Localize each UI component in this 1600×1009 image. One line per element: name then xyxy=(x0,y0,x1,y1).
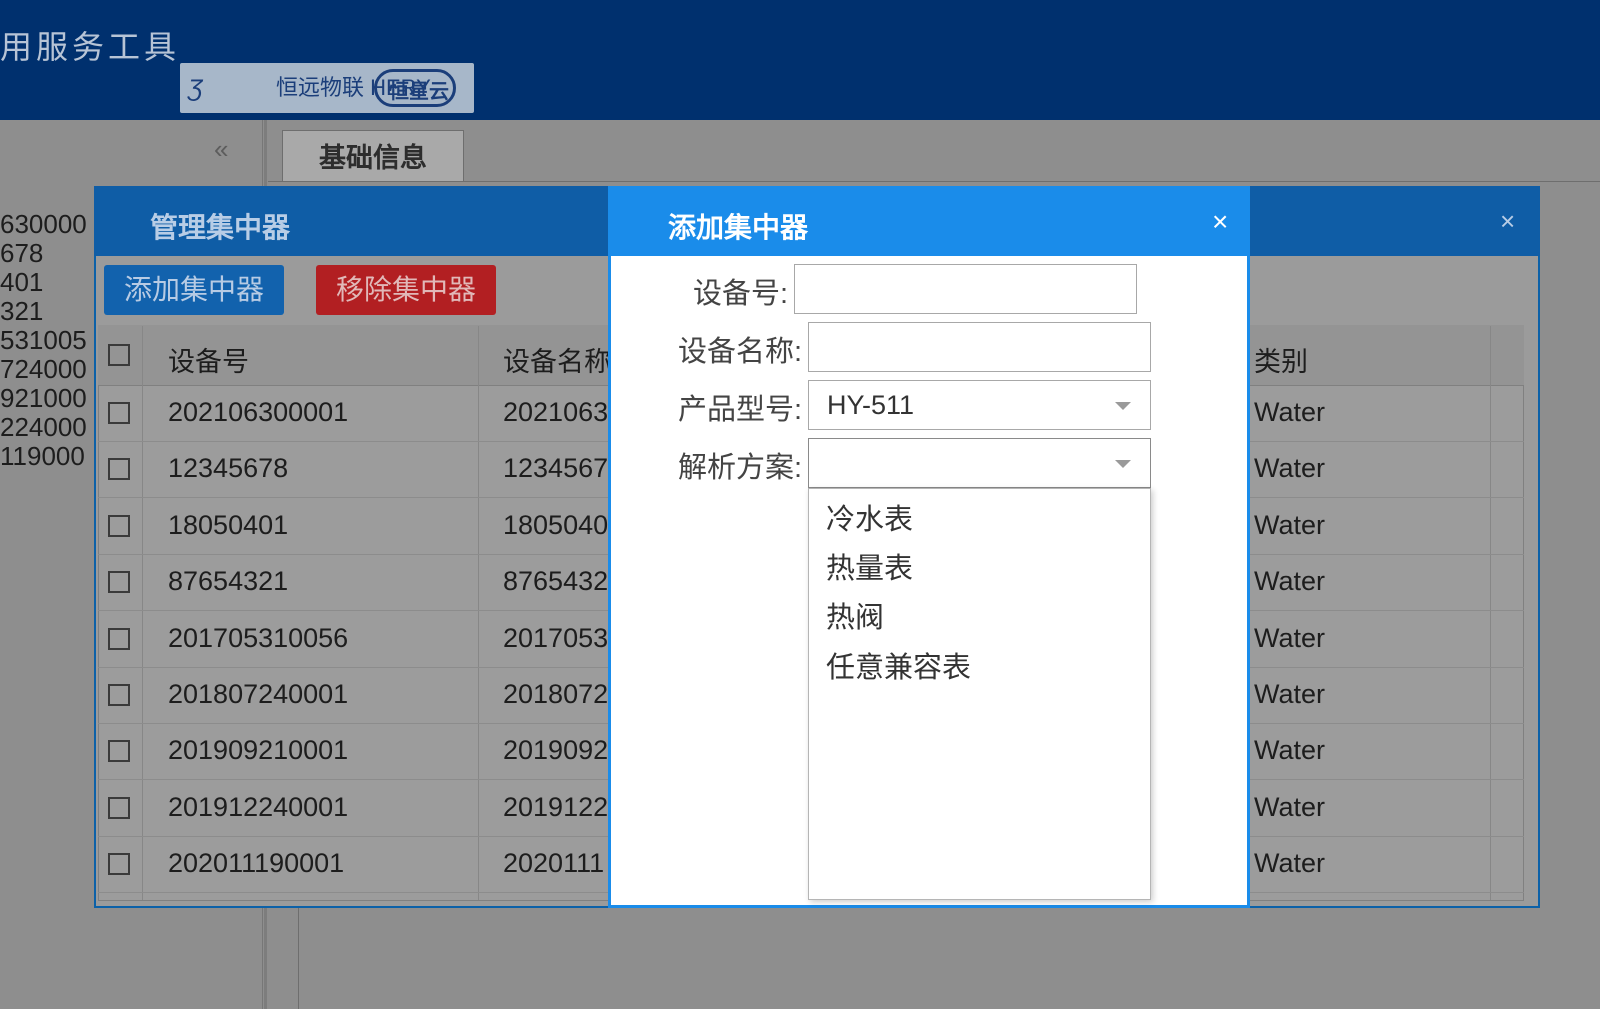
cell-device-name: 2017053 xyxy=(503,623,609,653)
cell-type: Water xyxy=(1254,453,1326,483)
row-checkbox[interactable] xyxy=(108,402,130,424)
dropdown-option[interactable]: 热量表 xyxy=(826,545,913,587)
column-separator xyxy=(142,326,143,900)
cell-device-no: 202011190001 xyxy=(168,848,345,878)
row-checkbox[interactable] xyxy=(108,571,130,593)
tab-basic-info[interactable]: 基础信息 xyxy=(282,130,464,182)
dropdown-option[interactable]: 任意兼容表 xyxy=(826,644,971,686)
cell-device-no: 12345678 xyxy=(168,453,289,483)
left-list-item[interactable]: 921000 xyxy=(0,384,87,413)
cell-type: Water xyxy=(1254,792,1326,822)
double-chevron-left-icon[interactable]: « xyxy=(214,134,228,165)
row-checkbox[interactable] xyxy=(108,515,130,537)
company-logo: Ʒ 恒远物联 HERY 恒星云 xyxy=(180,63,474,113)
manage-dialog-title: 管理集中器 xyxy=(150,212,291,243)
column-separator xyxy=(1490,326,1491,900)
cell-device-name: 1234567 xyxy=(503,453,609,483)
cell-device-name: 2021063 xyxy=(503,397,609,427)
cell-device-no: 87654321 xyxy=(168,566,289,596)
select-all-checkbox[interactable] xyxy=(108,344,130,366)
chevron-down-icon[interactable] xyxy=(1115,402,1131,410)
cell-device-name: 2019122 xyxy=(503,792,609,822)
cell-device-no: 201909210001 xyxy=(168,735,349,765)
cell-type: Water xyxy=(1254,735,1326,765)
row-checkbox[interactable] xyxy=(108,628,130,650)
device-name-input[interactable] xyxy=(808,322,1151,372)
app-title: 用服务工具 xyxy=(0,29,181,65)
cell-device-name: 8765432 xyxy=(503,566,609,596)
add-dialog-title: 添加集中器 xyxy=(668,212,809,243)
column-separator xyxy=(478,326,479,900)
cell-device-no: 18050401 xyxy=(168,510,289,540)
column-header-device-no[interactable]: 设备号 xyxy=(168,340,249,379)
left-list-item[interactable]: 630000 xyxy=(0,210,87,239)
cell-type: Water xyxy=(1254,848,1326,878)
left-list-item[interactable]: 678 xyxy=(0,239,87,268)
add-concentrator-button[interactable]: 添加集中器 xyxy=(104,265,284,315)
left-list-item[interactable]: 401 xyxy=(0,268,87,297)
cell-device-name: 2018072 xyxy=(503,679,609,709)
cell-type: Water xyxy=(1254,679,1326,709)
cell-device-name: 1805040 xyxy=(503,510,609,540)
row-checkbox[interactable] xyxy=(108,684,130,706)
cell-device-name: 2020111 xyxy=(503,848,605,878)
close-icon[interactable]: × xyxy=(1500,206,1515,237)
column-header-device-name[interactable]: 设备名称 xyxy=(503,340,611,379)
cell-type: Water xyxy=(1254,397,1326,427)
cell-device-no: 201705310056 xyxy=(168,623,349,653)
remove-concentrator-button[interactable]: 移除集中器 xyxy=(316,265,496,315)
product-model-select[interactable]: HY-511 xyxy=(808,380,1151,430)
cell-type: Water xyxy=(1254,623,1326,653)
cloud-logo-icon: 恒星云 xyxy=(374,69,456,107)
product-model-label: 产品型号: xyxy=(677,394,802,426)
cell-device-name: 2019092 xyxy=(503,735,609,765)
tab-underline xyxy=(268,181,1600,182)
logo-cloud-text: 恒星云 xyxy=(389,81,449,103)
row-checkbox[interactable] xyxy=(108,458,130,480)
left-list-item[interactable]: 531005 xyxy=(0,326,87,355)
cell-device-no: 201912240001 xyxy=(168,792,349,822)
left-list-item[interactable]: 724000 xyxy=(0,355,87,384)
device-no-label: 设备号: xyxy=(692,278,788,310)
left-panel-list: 630000 678 401 321 531005 724000 921000 … xyxy=(0,210,87,471)
cell-device-no: 201807240001 xyxy=(168,679,349,709)
dropdown-option[interactable]: 热阀 xyxy=(826,594,884,636)
left-list-item[interactable]: 224000 xyxy=(0,413,87,442)
row-checkbox[interactable] xyxy=(108,797,130,819)
row-checkbox[interactable] xyxy=(108,740,130,762)
dropdown-option[interactable]: 冷水表 xyxy=(826,496,913,538)
parse-scheme-select[interactable] xyxy=(808,438,1151,488)
device-no-input[interactable] xyxy=(794,264,1137,314)
product-model-value: HY-511 xyxy=(827,390,915,420)
parse-scheme-label: 解析方案: xyxy=(677,452,802,484)
close-icon[interactable]: × xyxy=(1212,206,1228,238)
left-list-item[interactable]: 321 xyxy=(0,297,87,326)
left-list-item[interactable]: 119000 xyxy=(0,442,87,471)
cell-device-no: 202106300001 xyxy=(168,397,349,427)
chevron-down-icon[interactable] xyxy=(1115,460,1131,468)
cell-type: Water xyxy=(1254,566,1326,596)
device-name-label: 设备名称: xyxy=(677,336,802,368)
cell-type: Water xyxy=(1254,510,1326,540)
row-checkbox[interactable] xyxy=(108,853,130,875)
column-header-type[interactable]: 类别 xyxy=(1254,340,1308,379)
